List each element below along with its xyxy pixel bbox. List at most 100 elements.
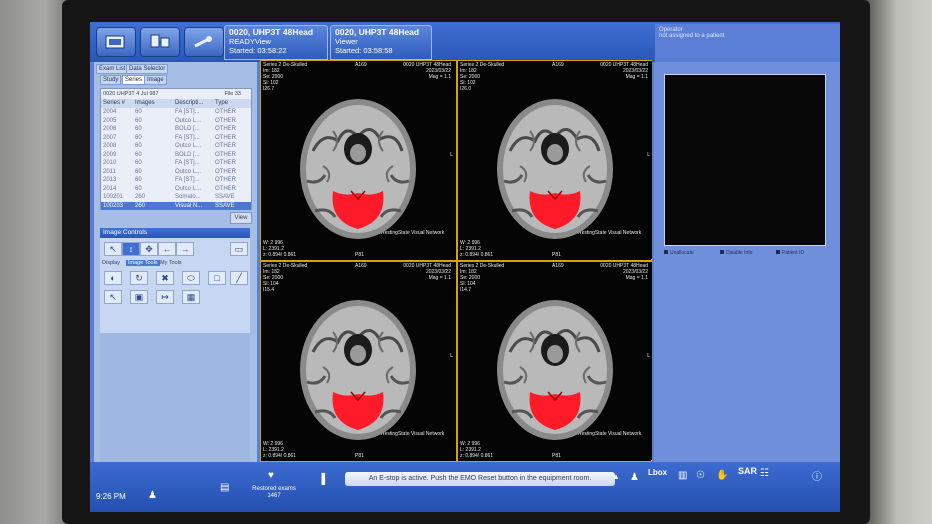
- person-icon[interactable]: ♟: [148, 490, 157, 501]
- table-row[interactable]: 2009 60 BOLD [... OTHER: [101, 151, 251, 160]
- col-images[interactable]: Images: [133, 99, 173, 108]
- lbox-label[interactable]: Lbox: [648, 468, 667, 477]
- col-type[interactable]: Type: [213, 99, 251, 108]
- screen-capture-button[interactable]: [96, 27, 136, 57]
- table-cell: 2008: [103, 143, 117, 149]
- pause-icon[interactable]: ▐: [318, 474, 325, 485]
- operator-sub: not assigned to a patient: [659, 33, 725, 39]
- flip-icon[interactable]: ✖: [156, 271, 174, 285]
- view-button[interactable]: View: [230, 212, 252, 224]
- pan-icon[interactable]: ✥: [140, 242, 158, 256]
- tab-image[interactable]: Image: [144, 75, 167, 85]
- viewport-3[interactable]: Series 2 De-Skulled Im: 182 Se: 2000 Sl: 10…: [261, 262, 455, 460]
- screen-capture-icon: [105, 35, 125, 49]
- check-disable-info[interactable]: Disable Info: [720, 250, 752, 256]
- measure-icon[interactable]: ↦: [156, 290, 174, 304]
- exam-tab-viewer[interactable]: 0020, UHP3T 48Head Viewer Started: 03:58…: [330, 25, 432, 60]
- image-viewer: Series 2 De-Skulled Im: 182 Se: 2000 Sl: 10…: [260, 60, 652, 462]
- table-row[interactable]: 2011 60 Outco L... OTHER: [101, 168, 251, 177]
- magnet-icon[interactable]: ☉: [696, 470, 705, 481]
- image-controls-header: Image Controls: [100, 228, 250, 238]
- line-icon[interactable]: ╱: [230, 271, 248, 285]
- col-description[interactable]: Descripti...: [173, 99, 213, 108]
- table-row[interactable]: 2005 60 Outco L... OTHER: [101, 117, 251, 126]
- tab-data-selector[interactable]: Data Selector: [126, 64, 169, 74]
- table-cell: 2004: [103, 109, 117, 115]
- table-row[interactable]: 100201 260 Somato... SSAVE: [101, 193, 251, 202]
- table-cell: FA [ST]...: [175, 160, 200, 166]
- col-series[interactable]: Series #: [101, 99, 133, 108]
- table-row[interactable]: 2010 60 FA [ST]... OTHER: [101, 159, 251, 168]
- exam-tab-title: 0020, UHP3T 48Head: [335, 27, 420, 37]
- preview-window: [664, 74, 826, 246]
- table-row[interactable]: 100203 260 Visual N... SSAVE: [101, 201, 251, 210]
- table-cell: 60: [135, 117, 142, 124]
- table-row[interactable]: 2014 60 Outco L... OTHER: [101, 185, 251, 194]
- table-cell: 260: [135, 194, 146, 200]
- series-list-header-info: 0020 UHP3T 4 Jul 987 File 33: [101, 89, 251, 99]
- viewport-1[interactable]: Series 2 De-Skulled Im: 182 Se: 2000 Sl: 10…: [261, 61, 455, 259]
- table-row[interactable]: 2013 60 FA [ST]... OTHER: [101, 176, 251, 185]
- table-row[interactable]: 2007 60 FA [ST]... OTHER: [101, 134, 251, 143]
- viewport-4[interactable]: Series 2 De-Skulled Im: 182 Se: 2000 Sl: 10…: [458, 262, 652, 460]
- scanner-console-screen: 0020, UHP3T 48Head READYView Started: 03…: [90, 22, 840, 512]
- check-unallocate[interactable]: Unallocate: [664, 250, 694, 256]
- arrow-right-icon[interactable]: →: [176, 242, 194, 256]
- viewport-2[interactable]: Series 2 De-Skulled Im: 182 Se: 2000 Sl: 10…: [458, 61, 652, 259]
- ellipse-icon[interactable]: ⬭: [182, 271, 200, 285]
- viewport-threshold: z: 0.894/ 0.861: [263, 453, 297, 459]
- tab-exam-list[interactable]: Exam List: [96, 64, 129, 74]
- zoom-icon[interactable]: ↕: [122, 242, 140, 256]
- exam-tab-started: Started: 03:58:22: [229, 46, 287, 55]
- invert-icon[interactable]: ▣: [130, 290, 148, 304]
- viewport-location: I26.7: [263, 86, 275, 92]
- pointer-icon[interactable]: ↖: [104, 242, 122, 256]
- window-level-icon[interactable]: ◐: [104, 271, 122, 285]
- network-icon[interactable]: ☷: [760, 468, 769, 479]
- restored-exams-text: Restored exams: [252, 486, 296, 492]
- patient-icon[interactable]: ♟: [630, 472, 639, 483]
- ic-subtab-my-tools[interactable]: My Tools: [160, 260, 182, 266]
- message-dropdown-icon[interactable]: ▲: [612, 472, 620, 481]
- table-cell: 2006: [103, 126, 117, 132]
- check-patient-id[interactable]: Patient ID: [776, 250, 804, 256]
- exam-tab-title: 0020, UHP3T 48Head: [229, 27, 314, 37]
- document-icon[interactable]: ▤: [220, 482, 229, 493]
- table-cell: 100201: [103, 194, 124, 200]
- table-row[interactable]: 2006 60 BOLD [... OTHER: [101, 125, 251, 134]
- exam-id: 0020 UHP3T 4 Jul 987: [103, 91, 159, 97]
- table-row[interactable]: 2004 60 FA [ST]... OTHER: [101, 108, 251, 117]
- tab-series[interactable]: Series: [122, 75, 146, 85]
- tab-study[interactable]: Study: [100, 75, 122, 85]
- ic-subtab-image-tools[interactable]: Image Tools: [126, 260, 160, 266]
- viewport-location: I26.0: [460, 86, 472, 92]
- rotate-icon[interactable]: ↻: [130, 271, 148, 285]
- table-cell: 60: [135, 177, 142, 183]
- clipboard-icon[interactable]: ▥: [678, 470, 687, 481]
- viewport-threshold: z: 0.894/ 0.861: [263, 252, 297, 258]
- cursor-icon[interactable]: ↖: [104, 290, 122, 304]
- table-cell: OTHER: [215, 160, 236, 166]
- ic-subtab-display[interactable]: Display: [102, 260, 120, 266]
- series-table-header: Series # Images Descripti... Type: [101, 99, 251, 108]
- exam-tab-ready-view[interactable]: 0020, UHP3T 48Head READYView Started: 03…: [224, 25, 328, 60]
- restored-exams-icon[interactable]: ♥: [268, 470, 274, 481]
- rectangle-icon[interactable]: □: [208, 271, 226, 285]
- grid-icon[interactable]: ▦: [182, 290, 200, 304]
- monitor-icon[interactable]: ▭: [230, 242, 248, 256]
- table-cell: 2005: [103, 117, 117, 124]
- checkbox-icon: [776, 250, 780, 254]
- table-cell: 2010: [103, 160, 117, 166]
- hand-icon[interactable]: ✋: [716, 470, 728, 481]
- scanner-table-button[interactable]: [184, 27, 224, 57]
- table-row[interactable]: 2008 60 Outco L... OTHER: [101, 142, 251, 151]
- sar-indicator[interactable]: SAR: [738, 466, 757, 476]
- exam-tab-started: Started: 03:58:58: [335, 46, 393, 55]
- network-device-button[interactable]: [140, 27, 180, 57]
- table-cell: 60: [135, 134, 142, 141]
- arrow-left-icon[interactable]: ←: [158, 242, 176, 256]
- network-device-icon: [150, 34, 170, 48]
- help-icon[interactable]: ⓘ: [812, 468, 822, 483]
- table-cell: 60: [135, 109, 142, 115]
- table-cell: FA [ST]...: [175, 134, 200, 141]
